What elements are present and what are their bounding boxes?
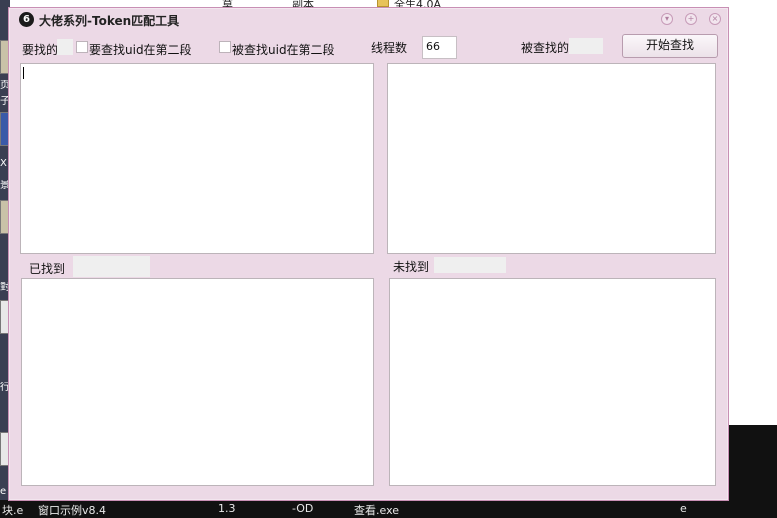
searched-count — [569, 38, 603, 54]
uid-second-searched-label[interactable]: 被查找uid在第二段 — [232, 41, 335, 58]
to-find-count — [57, 39, 73, 55]
app-window: 6 大佬系列-Token匹配工具 ▾ + × 要找的 要查找uid在第二段 被查… — [8, 7, 729, 501]
chevron-down-icon[interactable]: ▾ — [661, 13, 673, 25]
find-textarea[interactable] — [20, 63, 374, 254]
threads-label: 线程数 — [371, 41, 408, 55]
taskbar-item[interactable]: 1.3 — [218, 502, 236, 515]
threads-input[interactable]: 66 — [422, 36, 457, 59]
app-logo-icon: 6 — [19, 12, 34, 27]
searched-textarea[interactable] — [387, 63, 716, 254]
plus-circle-icon[interactable]: + — [685, 13, 697, 25]
not-found-textarea[interactable] — [389, 278, 716, 486]
to-find-label: 要找的 — [22, 43, 59, 57]
found-count — [73, 256, 150, 277]
text-caret — [23, 67, 24, 79]
start-search-button[interactable]: 开始查找 — [622, 34, 718, 58]
found-textarea[interactable] — [21, 278, 374, 486]
taskbar-item[interactable]: 块.e — [2, 502, 23, 518]
uid-second-find-checkbox[interactable] — [76, 41, 88, 53]
folder-icon — [377, 0, 389, 7]
searched-label: 被查找的 — [521, 41, 570, 55]
window-title: 大佬系列-Token匹配工具 — [39, 14, 180, 28]
uid-second-find-label[interactable]: 要查找uid在第二段 — [89, 41, 192, 58]
taskbar-item[interactable]: 窗口示例v8.4 — [38, 502, 106, 518]
taskbar-item[interactable]: e — [680, 502, 687, 515]
not-found-count — [434, 257, 506, 273]
found-label: 已找到 — [29, 262, 66, 276]
taskbar-item[interactable]: -OD — [292, 502, 313, 515]
title-bar[interactable]: 6 大佬系列-Token匹配工具 ▾ + × — [9, 8, 728, 32]
taskbar-strip: 块.e 窗口示例v8.4 1.3 -OD 查看.exe e — [0, 500, 777, 518]
taskbar-item[interactable]: 查看.exe — [354, 502, 399, 518]
not-found-label: 未找到 — [393, 260, 430, 274]
uid-second-searched-checkbox[interactable] — [219, 41, 231, 53]
close-icon[interactable]: × — [709, 13, 721, 25]
